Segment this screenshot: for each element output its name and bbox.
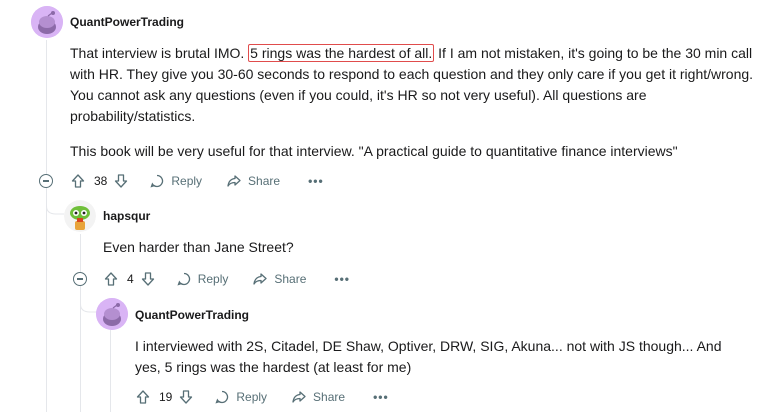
reply-button[interactable]: Reply: [149, 170, 202, 192]
avatar[interactable]: [64, 200, 96, 232]
upvote-icon: [136, 390, 150, 404]
reply-label: Reply: [197, 272, 229, 286]
share-icon: [292, 391, 306, 403]
upvote-icon: [104, 272, 118, 286]
reply-button[interactable]: Reply: [176, 268, 229, 290]
share-label: Share: [313, 390, 346, 404]
custom-avatar-icon: [64, 200, 96, 232]
downvote-button[interactable]: [178, 386, 194, 408]
comment-action-bar: 19 Reply Share •••: [135, 386, 389, 408]
share-label: Share: [248, 174, 281, 188]
downvote-icon: [141, 272, 154, 286]
share-button[interactable]: Share: [226, 170, 280, 192]
comment-body: I interviewed with 2S, Citadel, DE Shaw,…: [135, 338, 722, 375]
more-options-button[interactable]: •••: [334, 268, 350, 290]
share-button[interactable]: Share: [291, 386, 345, 408]
vote-count: 4: [127, 272, 134, 286]
comment-action-bar: 4 Reply Share •••: [103, 268, 350, 290]
comment-text-start: That interview is brutal IMO.: [70, 45, 245, 61]
reply-label: Reply: [236, 390, 268, 404]
more-options-button[interactable]: •••: [308, 170, 324, 192]
comment-icon: [215, 390, 229, 404]
upvote-button[interactable]: [103, 268, 119, 290]
more-options-button[interactable]: •••: [373, 386, 389, 408]
thread-line-root: [46, 40, 47, 412]
share-icon: [253, 273, 268, 285]
thread-line-level3: [110, 330, 111, 412]
upvote-icon: [71, 174, 85, 188]
avatar[interactable]: [96, 298, 128, 330]
comment-body: Even harder than Jane Street?: [103, 239, 294, 255]
comment-author[interactable]: hapsqur: [103, 209, 150, 223]
comment-body-paragraph-2: This book will be very useful for that i…: [70, 143, 678, 159]
downvote-button[interactable]: [113, 170, 129, 192]
comment-icon: [177, 272, 190, 286]
downvote-icon: [180, 390, 193, 404]
share-icon: [227, 175, 241, 187]
upvote-button[interactable]: [135, 386, 151, 408]
avatar[interactable]: [31, 6, 63, 38]
snoo-avatar-icon: [31, 6, 63, 38]
vote-count: 19: [159, 390, 173, 404]
share-button[interactable]: Share: [252, 268, 306, 290]
share-label: Share: [274, 272, 307, 286]
comment-body: That interview is brutal IMO. 5 rings wa…: [70, 43, 760, 127]
vote-count: 38: [94, 174, 108, 188]
comment-action-bar: 38 Reply Share •••: [70, 170, 324, 192]
comment-author[interactable]: QuantPowerTrading: [70, 15, 184, 29]
highlighted-text: 5 rings was the hardest of all.: [248, 44, 435, 62]
downvote-icon: [115, 174, 128, 188]
comment-icon: [150, 174, 164, 188]
upvote-button[interactable]: [70, 170, 86, 192]
downvote-button[interactable]: [140, 268, 156, 290]
snoo-avatar-icon: [96, 298, 128, 330]
comment-author[interactable]: QuantPowerTrading: [135, 308, 249, 322]
collapse-icon[interactable]: [39, 174, 53, 188]
thread-line-level2: [80, 234, 81, 412]
reply-label: Reply: [171, 174, 203, 188]
collapse-icon[interactable]: [73, 272, 87, 286]
reply-button[interactable]: Reply: [214, 386, 267, 408]
